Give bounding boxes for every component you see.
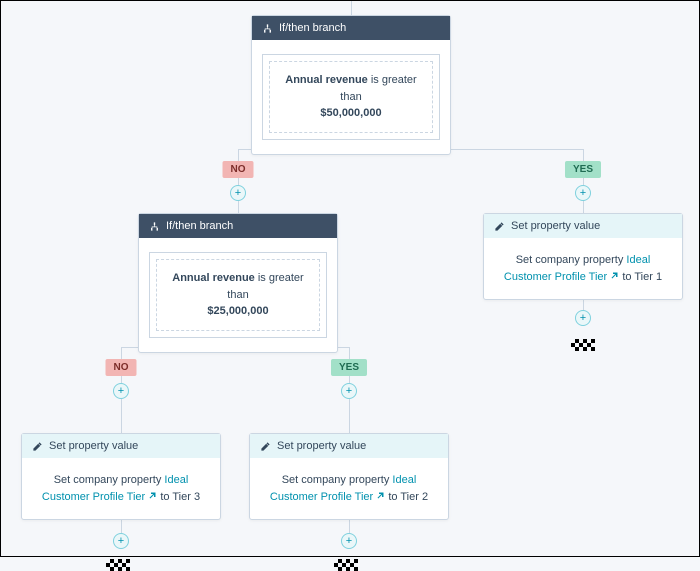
chip-no: NO: [223, 161, 254, 178]
action-title: Set property value: [277, 440, 366, 452]
add-step-button[interactable]: +: [341, 383, 357, 399]
end-flag: [571, 339, 595, 351]
action-body: Set company property Ideal Customer Prof…: [22, 458, 220, 519]
add-step-button[interactable]: +: [575, 185, 591, 201]
add-step-button[interactable]: +: [230, 185, 246, 201]
action-header: Set property value: [22, 434, 220, 458]
action-tier: Tier 1: [634, 271, 662, 283]
chip-yes: YES: [565, 161, 601, 178]
action-prefix: Set company property: [54, 474, 162, 486]
action-to: to: [622, 271, 631, 283]
action-tier: Tier 2: [400, 491, 428, 503]
action-body: Set company property Ideal Customer Prof…: [484, 238, 682, 299]
action-card-tier3[interactable]: Set property value Set company property …: [21, 433, 221, 520]
branch-header: If/then branch: [252, 16, 450, 40]
action-title: Set property value: [511, 220, 600, 232]
action-prefix: Set company property: [516, 254, 624, 266]
end-flag: [334, 559, 358, 571]
condition-value: $50,000,000: [320, 107, 381, 119]
add-step-button[interactable]: +: [113, 383, 129, 399]
edit-icon: [260, 441, 271, 452]
edit-icon: [32, 441, 43, 452]
branch-icon: [149, 221, 160, 232]
add-step-button[interactable]: +: [575, 310, 591, 326]
condition-value: $25,000,000: [207, 305, 268, 317]
chip-no: NO: [106, 359, 137, 376]
external-link-icon: [610, 271, 619, 280]
action-tier: Tier 3: [172, 491, 200, 503]
branch-header: If/then branch: [139, 214, 337, 238]
condition-field: Annual revenue: [285, 74, 368, 86]
branch-body: Annual revenue is greater than $50,000,0…: [252, 40, 450, 154]
branch-card-1[interactable]: If/then branch Annual revenue is greater…: [251, 15, 451, 155]
action-header: Set property value: [250, 434, 448, 458]
end-flag: [106, 559, 130, 571]
action-card-tier2[interactable]: Set property value Set company property …: [249, 433, 449, 520]
action-title: Set property value: [49, 440, 138, 452]
action-prefix: Set company property: [282, 474, 390, 486]
branch-title: If/then branch: [166, 220, 233, 232]
add-step-button[interactable]: +: [113, 533, 129, 549]
chip-yes: YES: [331, 359, 367, 376]
branch-icon: [262, 23, 273, 34]
action-to: to: [160, 491, 169, 503]
add-step-button[interactable]: +: [341, 533, 357, 549]
external-link-icon: [376, 491, 385, 500]
action-to: to: [388, 491, 397, 503]
condition-field: Annual revenue: [172, 272, 255, 284]
branch-body: Annual revenue is greater than $25,000,0…: [139, 238, 337, 352]
action-card-tier1[interactable]: Set property value Set company property …: [483, 213, 683, 300]
action-body: Set company property Ideal Customer Prof…: [250, 458, 448, 519]
branch-card-2[interactable]: If/then branch Annual revenue is greater…: [138, 213, 338, 353]
edit-icon: [494, 221, 505, 232]
branch-title: If/then branch: [279, 22, 346, 34]
external-link-icon: [148, 491, 157, 500]
action-header: Set property value: [484, 214, 682, 238]
